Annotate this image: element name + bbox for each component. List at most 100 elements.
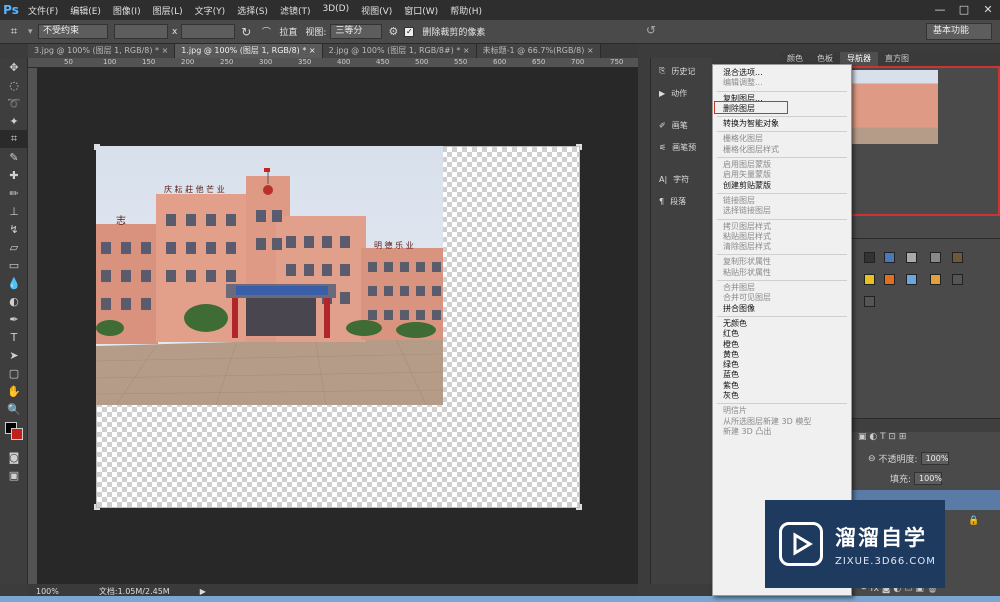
menu-item[interactable]: 图层(L) [147,4,189,17]
crop-handle-br[interactable] [576,504,582,510]
menu-item[interactable]: 图像(I) [107,4,147,17]
menu-item[interactable]: 视图(V) [355,4,398,17]
hand-tool-icon[interactable]: ✋ [0,382,28,400]
magic-wand-icon[interactable]: ✦ [0,112,28,130]
crop-handle-tl[interactable] [94,144,100,150]
layer-filter-icons[interactable]: ▣ ◐ T ⊡ ⊞ [858,432,906,442]
style-swatch[interactable] [930,274,941,285]
pen-icon[interactable]: ✒ [0,310,28,328]
type-tool-icon[interactable]: T [0,328,28,346]
menu-item[interactable]: 3D(D) [316,4,355,17]
eraser-icon[interactable]: ▱ [0,238,28,256]
width-input[interactable] [114,24,168,39]
workspace-select[interactable]: 基本功能 [926,23,992,40]
menu-item[interactable]: 选择(S) [231,4,274,17]
style-swatch[interactable] [930,252,941,263]
panel-brush-presets[interactable]: ⚟ 画笔预 [651,136,712,158]
panel-actions[interactable]: ▶ 动作 [651,82,712,104]
context-menu-item: 编辑调整... [723,78,763,88]
crop-handle-bl[interactable] [94,504,100,510]
context-menu-item[interactable]: 紫色 [713,381,851,391]
delete-cropped-checkbox[interactable]: ✓ [404,26,415,37]
tab-histogram[interactable]: 直方图 [878,52,916,66]
zoom-tool-icon[interactable]: 🔍 [0,400,28,418]
style-swatch[interactable] [906,252,917,263]
school-photo[interactable]: 庆 耘 莊 他 芒 业 明 德 乐 业 志 [96,146,443,405]
status-arrow-icon[interactable]: ▶ [200,587,206,596]
context-menu-item[interactable]: 灰色 [713,391,851,401]
background-color[interactable] [11,428,23,440]
color-swatches[interactable] [0,418,27,448]
context-menu-item[interactable]: 拼合图像 [713,304,851,314]
maximize-button[interactable]: □ [952,0,976,20]
tab-doc-3[interactable]: 3.jpg @ 100% (图层 1, RGB/8) * × [28,44,176,58]
style-swatch[interactable] [952,274,963,285]
dodge-icon[interactable]: ◐ [0,292,28,310]
eyedropper-icon[interactable]: ✎ [0,148,28,166]
shape-tool-icon[interactable]: ▢ [0,364,28,382]
brush-icon[interactable]: ✏ [0,184,28,202]
context-menu-item[interactable]: 黄色 [713,350,851,360]
menu-item[interactable]: 帮助(H) [444,4,488,17]
history-brush-icon[interactable]: ↯ [0,220,28,238]
tab-untitled[interactable]: 未标题-1 @ 66.7%(RGB/8) × [476,44,601,58]
close-button[interactable]: ✕ [976,0,1000,20]
panel-paragraph[interactable]: ¶ 段落 [651,190,712,212]
crop-handle-tr[interactable] [576,144,582,150]
context-menu-item[interactable]: 创建剪贴蒙版 [713,181,851,191]
lasso-tool-icon[interactable]: ➰ [0,94,28,112]
quick-mask-icon[interactable]: ◙ [0,448,28,466]
style-swatch[interactable] [864,252,875,263]
undo-icon[interactable]: ↺ [646,23,656,37]
menu-item[interactable]: 窗口(W) [398,4,444,17]
view-select[interactable]: 三等分 [330,24,383,39]
context-menu-item[interactable]: 蓝色 [713,370,851,380]
crop-tool-icon[interactable]: ⌗ [0,24,28,39]
ratio-select[interactable]: 不受约束 [38,24,108,39]
stamp-icon[interactable]: ⊥ [0,202,28,220]
navigator-preview[interactable] [850,66,1000,216]
screen-mode-icon[interactable]: ▣ [0,466,28,484]
chevron-down-icon[interactable]: ▾ [28,27,38,37]
minimize-button[interactable]: — [928,0,952,20]
menu-item[interactable]: 文件(F) [22,4,64,17]
context-menu-item[interactable]: 混合选项... [713,68,851,78]
style-swatch[interactable] [884,252,895,263]
tab-doc-2[interactable]: 2.jpg @ 100% (图层 1, RGB/8#) * × [322,44,477,58]
straighten-label[interactable]: 拉直 [279,25,297,38]
straighten-icon[interactable]: ⌒ [257,25,275,38]
context-menu-item[interactable]: 无颜色 [713,319,851,329]
menu-item[interactable]: 文字(Y) [189,4,232,17]
context-menu-item[interactable]: 红色 [713,329,851,339]
healing-brush-icon[interactable]: ✚ [0,166,28,184]
crop-tool-icon[interactable]: ⌗ [0,130,28,148]
panel-character[interactable]: A| 字符 [651,168,712,190]
context-menu-item[interactable]: 转换为智能对象 [713,119,851,129]
context-menu-item: 合并可见图层 [723,293,771,303]
zoom-level[interactable]: 100% [36,587,59,596]
move-tool-icon[interactable]: ✥ [0,58,28,76]
menu-item[interactable]: 编辑(E) [64,4,107,17]
tab-doc-1[interactable]: 1.jpg @ 100% (图层 1, RGB/8) * × [175,44,323,58]
menu-item[interactable]: 滤镜(T) [274,4,317,17]
layers-tab[interactable] [850,418,1000,432]
gear-icon[interactable]: ⚙ [382,25,404,38]
context-menu-item[interactable]: 橙色 [713,340,851,350]
style-swatch[interactable] [952,252,963,263]
height-input[interactable] [181,24,236,39]
blur-icon[interactable]: 💧 [0,274,28,292]
lock-icon[interactable]: ⊖ [868,454,876,464]
fill-input[interactable]: 100% [914,472,943,485]
gradient-icon[interactable]: ▭ [0,256,28,274]
panel-history[interactable]: ⎘ 历史记 [651,60,712,82]
panel-brush[interactable]: ✐ 画笔 [651,114,712,136]
style-swatch[interactable] [884,274,895,285]
style-swatch[interactable] [906,274,917,285]
context-menu-item[interactable]: 绿色 [713,360,851,370]
marquee-tool-icon[interactable]: ◌ [0,76,28,94]
path-select-icon[interactable]: ➤ [0,346,28,364]
clear-icon[interactable]: ↻ [235,25,257,39]
opacity-input[interactable]: 100% [920,452,949,465]
style-swatch[interactable] [864,274,875,285]
style-swatch[interactable] [864,296,875,307]
